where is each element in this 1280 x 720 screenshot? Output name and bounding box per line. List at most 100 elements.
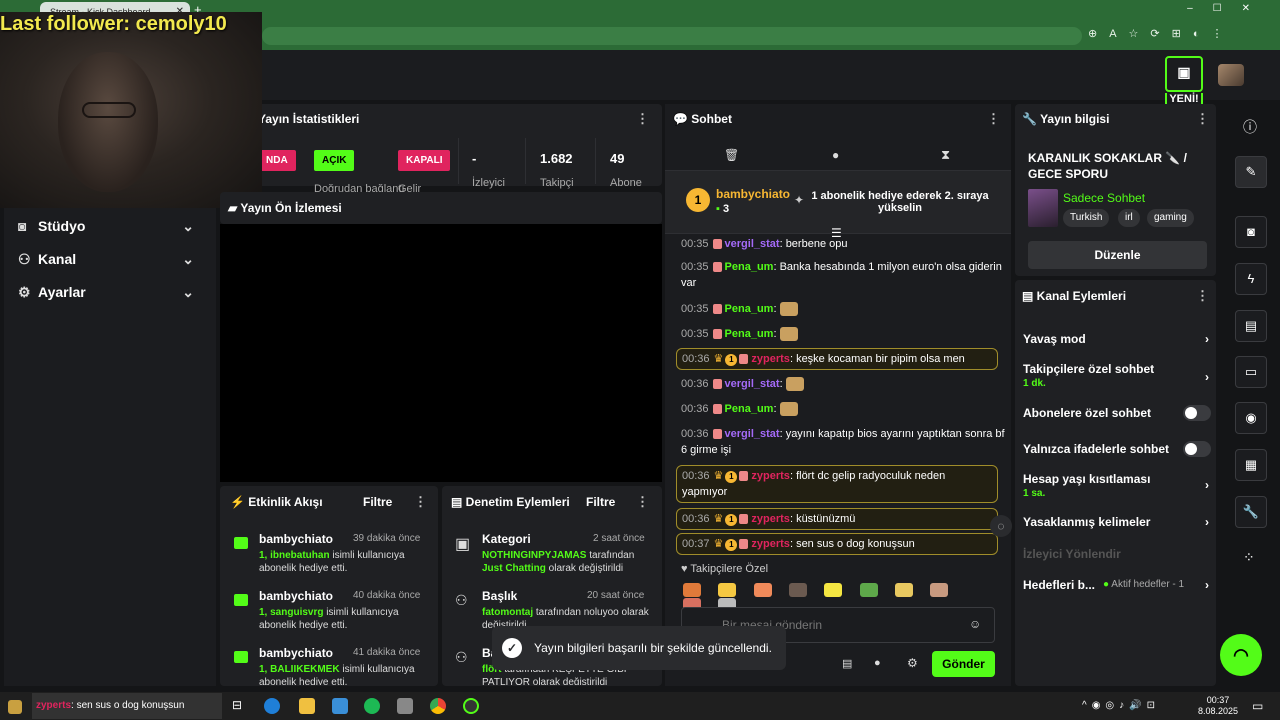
system-tray-icons[interactable]: ^◉◎♪🔊⊡ xyxy=(1082,700,1160,711)
chat-bubble-icon[interactable]: ▭ xyxy=(1235,356,1267,388)
subscribers-only-toggle[interactable] xyxy=(1183,405,1211,421)
account-age-row[interactable]: Hesap yaşı kısıtlaması 1 sa. › xyxy=(1023,472,1209,499)
emote-icon[interactable] xyxy=(789,582,808,597)
more-options-icon[interactable]: ⋮ xyxy=(414,494,427,510)
pinned-user[interactable]: bambychiato xyxy=(716,187,790,201)
direct-link-badge[interactable]: AÇIK xyxy=(314,150,355,171)
more-options-icon[interactable]: ⋮ xyxy=(636,111,649,127)
stats-icon[interactable]: ▤ xyxy=(842,657,852,670)
gift-recipient[interactable]: sanguisvrg xyxy=(270,607,323,618)
chat-message[interactable]: 00:35 Pena_um: xyxy=(681,301,1006,319)
nav-item-settings[interactable]: ⚙ Ayarlar ⌄ xyxy=(18,284,208,301)
emote-only-toggle[interactable] xyxy=(1183,441,1211,457)
category-name[interactable]: Sadece Sohbet xyxy=(1063,191,1145,205)
spotify-icon[interactable] xyxy=(364,698,380,714)
taskbar-chat-preview[interactable]: zyperts: sen sus o dog konuşsun xyxy=(32,693,222,719)
browser-toolbar-icons[interactable]: ⊕A☆⟳⊞◐⋮ xyxy=(1088,27,1235,40)
notification-icon[interactable]: ▭ xyxy=(1252,699,1263,713)
layout-icon[interactable]: ▦ xyxy=(1235,449,1267,481)
revenue-badge[interactable]: KAPALI xyxy=(398,150,451,171)
message-user[interactable]: zyperts xyxy=(751,353,790,365)
moderator-user[interactable]: fatomontaj xyxy=(482,607,533,618)
message-user[interactable]: vergil_stat xyxy=(725,428,780,440)
nav-item-channel[interactable]: ⚇ Kanal ⌄ xyxy=(18,251,208,268)
chat-message[interactable]: 00:35 Pena_um: xyxy=(681,326,1006,344)
category-thumbnail[interactable] xyxy=(1028,189,1058,227)
chat-mode-icon[interactable]: ● xyxy=(832,148,839,162)
banned-words-row[interactable]: Yasaklanmış kelimeler › xyxy=(1023,515,1209,529)
edit-pencil-icon[interactable]: ✎ xyxy=(1235,156,1267,188)
followers-only-row[interactable]: Takipçilere özel sohbet 1 dk. › xyxy=(1023,362,1209,389)
trash-icon[interactable]: 🗑 xyxy=(724,148,739,162)
message-user[interactable]: Pena_um xyxy=(725,328,774,340)
window-controls[interactable]: –☐✕ xyxy=(1187,3,1270,14)
emote-icon[interactable] xyxy=(930,582,949,597)
camera-icon[interactable]: ◙ xyxy=(1235,216,1267,248)
gift-recipient[interactable]: ibnebatuhan xyxy=(270,550,329,561)
chat-message[interactable]: 00:36 ♛ 1 zyperts: keşke kocaman bir pipim … xyxy=(676,348,998,370)
chat-message[interactable]: 00:37 ♛ 1 zyperts: sen sus o dog konuşsun xyxy=(676,533,998,555)
widget-icon[interactable] xyxy=(8,700,22,714)
chat-message[interactable]: 00:36 Pena_um: xyxy=(681,401,1006,419)
activity-filter-button[interactable]: Filtre xyxy=(363,495,392,509)
message-user[interactable]: Pena_um xyxy=(725,261,774,273)
moderation-filter-button[interactable]: Filtre xyxy=(586,495,615,509)
chrome-icon[interactable] xyxy=(430,698,446,714)
more-options-icon[interactable]: ⋮ xyxy=(987,111,1000,127)
message-user[interactable]: vergil_stat xyxy=(725,238,780,250)
chat-message[interactable]: 00:36 vergil_stat: xyxy=(681,376,1006,394)
store-icon[interactable] xyxy=(332,698,348,714)
goals-row[interactable]: Hedefleri b... ● Aktif hedefler - 1 › xyxy=(1023,578,1209,592)
gear-icon[interactable]: ⚙ xyxy=(907,656,918,670)
chat-message[interactable]: 00:35 Pena_um: Banka hesabında 1 milyon e… xyxy=(681,259,1006,293)
chat-message[interactable]: 00:35 vergil_stat: berbene opu xyxy=(681,236,1006,250)
document-icon[interactable]: ▤ xyxy=(1235,310,1267,342)
message-user[interactable]: vergil_stat xyxy=(725,378,780,390)
info-icon[interactable]: ⓘ xyxy=(1243,117,1257,137)
emote-bar[interactable] xyxy=(683,582,993,612)
chat-message[interactable]: 00:36 vergil_stat: yayını kapatıp bios ay… xyxy=(681,426,1006,460)
wrench-icon[interactable]: 🔧 xyxy=(1235,496,1267,528)
more-options-icon[interactable]: ⋮ xyxy=(1196,288,1209,304)
chat-message[interactable]: 00:36 ♛ 1 zyperts: flört dc gelip radyoculu… xyxy=(676,465,998,503)
hourglass-icon[interactable]: ⧗ xyxy=(941,147,950,163)
obs-icon[interactable] xyxy=(463,698,479,714)
message-user[interactable]: zyperts xyxy=(751,470,790,482)
emote-icon[interactable] xyxy=(895,582,914,597)
emote-icon[interactable] xyxy=(683,582,701,597)
broadcast-icon[interactable]: ◉ xyxy=(1235,402,1267,434)
chat-icon[interactable]: ● xyxy=(874,657,881,669)
send-button[interactable]: Gönder xyxy=(932,651,995,677)
activity-user[interactable]: bambychiato xyxy=(259,646,333,660)
emote-icon[interactable] xyxy=(753,582,772,597)
activity-user[interactable]: bambychiato xyxy=(259,589,333,603)
emote-icon[interactable] xyxy=(718,582,737,597)
message-user[interactable]: Pena_um xyxy=(725,303,774,315)
file-explorer-icon[interactable] xyxy=(299,698,315,714)
edit-button[interactable]: Düzenle xyxy=(1028,241,1207,269)
message-user[interactable]: zyperts xyxy=(751,513,790,525)
lightning-icon[interactable]: ϟ xyxy=(1235,263,1267,295)
taskbar-clock[interactable]: 00:37 8.08.2025 xyxy=(1198,695,1238,717)
task-view-icon[interactable]: ⊟ xyxy=(232,698,248,714)
nav-item-studio[interactable]: ◙ Stüdyo ⌄ xyxy=(18,218,208,234)
more-options-icon[interactable]: ⋮ xyxy=(1196,111,1209,127)
emote-icon[interactable] xyxy=(824,582,843,597)
user-avatar[interactable] xyxy=(1218,64,1244,86)
more-options-icon[interactable]: ⋮ xyxy=(636,494,649,510)
chat-message[interactable]: 00:36 ♛ 1 zyperts: küstünüzmü xyxy=(676,508,998,530)
emote-icon[interactable] xyxy=(859,582,878,597)
new-feature-icon[interactable]: ▣ xyxy=(1165,56,1203,92)
gift-recipient[interactable]: BALIIKEKMEK xyxy=(270,664,339,675)
calculator-icon[interactable] xyxy=(397,698,413,714)
url-input[interactable] xyxy=(262,27,1082,45)
activity-user[interactable]: bambychiato xyxy=(259,532,333,546)
moderator-user[interactable]: NOTHINGINPYJAMAS xyxy=(482,550,586,561)
emoji-icon[interactable]: ☺ xyxy=(969,617,981,631)
apps-icon[interactable]: ⁘ xyxy=(1243,549,1255,566)
message-user[interactable]: zyperts xyxy=(751,538,790,550)
slow-mode-row[interactable]: Yavaş mod › xyxy=(1023,332,1209,346)
edge-icon[interactable] xyxy=(264,698,280,714)
support-headset-icon[interactable]: ◠ xyxy=(1220,634,1262,676)
message-user[interactable]: Pena_um xyxy=(725,403,774,415)
